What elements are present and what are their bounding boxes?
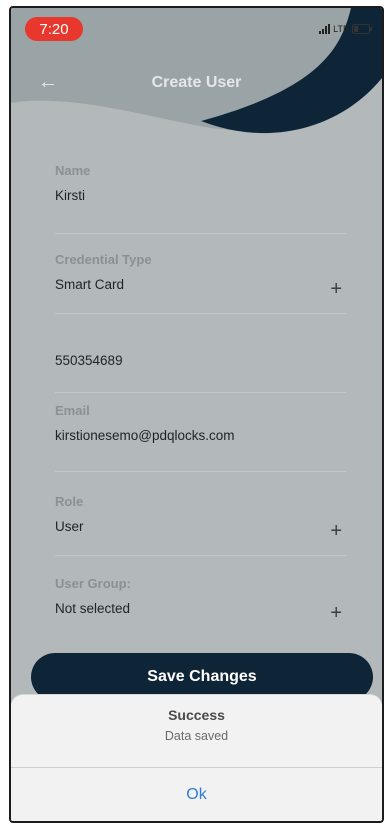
name-field[interactable]: Name Kirsti	[55, 163, 346, 234]
name-value[interactable]: Kirsti	[55, 188, 346, 203]
role-field[interactable]: Role User +	[55, 494, 346, 556]
role-value: User	[55, 519, 84, 534]
signal-icon	[319, 24, 331, 34]
credential-type-value: Smart Card	[55, 277, 125, 292]
add-role-icon[interactable]: +	[330, 520, 342, 543]
email-field[interactable]: Email kirstionesemo@pdqlocks.com	[55, 403, 346, 472]
role-label: Role	[55, 494, 84, 509]
user-group-field[interactable]: User Group: Not selected +	[55, 576, 346, 637]
status-icons: LTE	[319, 24, 372, 34]
email-label: Email	[55, 403, 90, 418]
credential-type-label: Credential Type	[55, 252, 152, 267]
alert-title: Success	[168, 707, 225, 723]
credential-number-field[interactable]: 550354689	[55, 353, 346, 393]
status-bar: 7:20 LTE	[11, 8, 382, 48]
phone-screen: 7:20 LTE ← Create User Name Kirsti Crede…	[9, 6, 384, 823]
add-credential-icon[interactable]: +	[330, 278, 342, 301]
battery-icon	[352, 24, 372, 34]
alert-divider	[11, 767, 382, 768]
credential-type-field[interactable]: Credential Type Smart Card +	[55, 252, 346, 314]
credential-number-value[interactable]: 550354689	[55, 353, 346, 368]
name-label: Name	[55, 163, 91, 178]
alert-message: Data saved	[164, 729, 229, 743]
email-value[interactable]: kirstionesemo@pdqlocks.com	[55, 428, 346, 443]
alert-ok-button[interactable]: Ok	[11, 771, 382, 819]
user-group-label: User Group:	[55, 576, 131, 591]
network-type: LTE	[333, 24, 349, 34]
time-indicator: 7:20	[25, 17, 83, 41]
user-group-value: Not selected	[55, 601, 131, 616]
success-alert: Success Data saved Ok	[11, 694, 382, 821]
add-user-group-icon[interactable]: +	[330, 602, 342, 625]
page-title: Create User	[151, 74, 242, 91]
